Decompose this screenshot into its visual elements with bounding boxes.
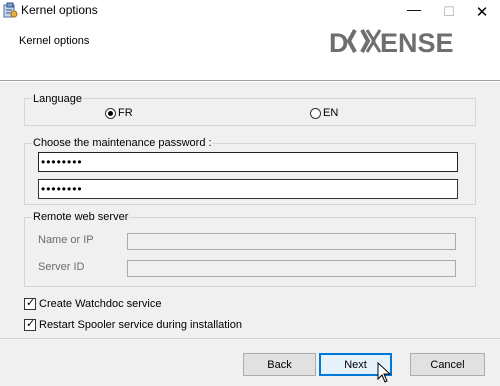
- app-icon: [3, 2, 18, 18]
- password-label: Choose the maintenance password :: [32, 137, 213, 149]
- radio-fr-indicator[interactable]: [105, 107, 116, 119]
- maximize-button[interactable]: ☐: [431, 0, 467, 24]
- back-button[interactable]: Back: [243, 353, 316, 376]
- password-confirm-field[interactable]: [38, 179, 458, 199]
- window-title: Kernel options: [21, 3, 98, 17]
- close-button[interactable]: ✕: [464, 0, 500, 24]
- language-group: [24, 98, 476, 126]
- title-bar: Kernel options — ☐ ✕: [0, 0, 500, 24]
- svg-text:D: D: [329, 28, 349, 58]
- cancel-button[interactable]: Cancel: [410, 353, 485, 376]
- radio-fr[interactable]: FR: [105, 107, 133, 119]
- name-or-ip-input[interactable]: [127, 233, 456, 250]
- footer-separator: [0, 338, 500, 339]
- radio-fr-label: FR: [118, 107, 133, 119]
- restart-spooler-check-icon[interactable]: [24, 317, 36, 331]
- radio-en-indicator[interactable]: [310, 107, 321, 119]
- minimize-button[interactable]: —: [396, 0, 432, 21]
- restart-spooler-label: Restart Spooler service during installat…: [39, 319, 242, 331]
- create-service-checkbox[interactable]: Create Watchdoc service: [24, 296, 162, 310]
- radio-en-label: EN: [323, 107, 339, 119]
- create-service-check-icon[interactable]: [24, 296, 36, 310]
- server-id-input[interactable]: [127, 260, 456, 277]
- server-id-label: Server ID: [38, 261, 85, 273]
- svg-text:ENSE: ENSE: [380, 28, 454, 58]
- password-field[interactable]: [38, 152, 458, 172]
- mouse-pointer-icon: [377, 362, 392, 383]
- header-separator-highlight: [0, 81, 500, 82]
- doxense-logo: D ENSE: [329, 28, 454, 58]
- language-label: Language: [32, 93, 83, 105]
- restart-spooler-checkbox[interactable]: Restart Spooler service during installat…: [24, 317, 242, 331]
- name-or-ip-label: Name or IP: [38, 234, 94, 246]
- create-service-label: Create Watchdoc service: [39, 298, 162, 310]
- header-area: Kernel options — ☐ ✕ Kernel options D EN…: [0, 0, 500, 80]
- remote-label: Remote web server: [32, 211, 130, 223]
- page-subtitle: Kernel options: [19, 35, 90, 47]
- radio-en[interactable]: EN: [310, 107, 338, 119]
